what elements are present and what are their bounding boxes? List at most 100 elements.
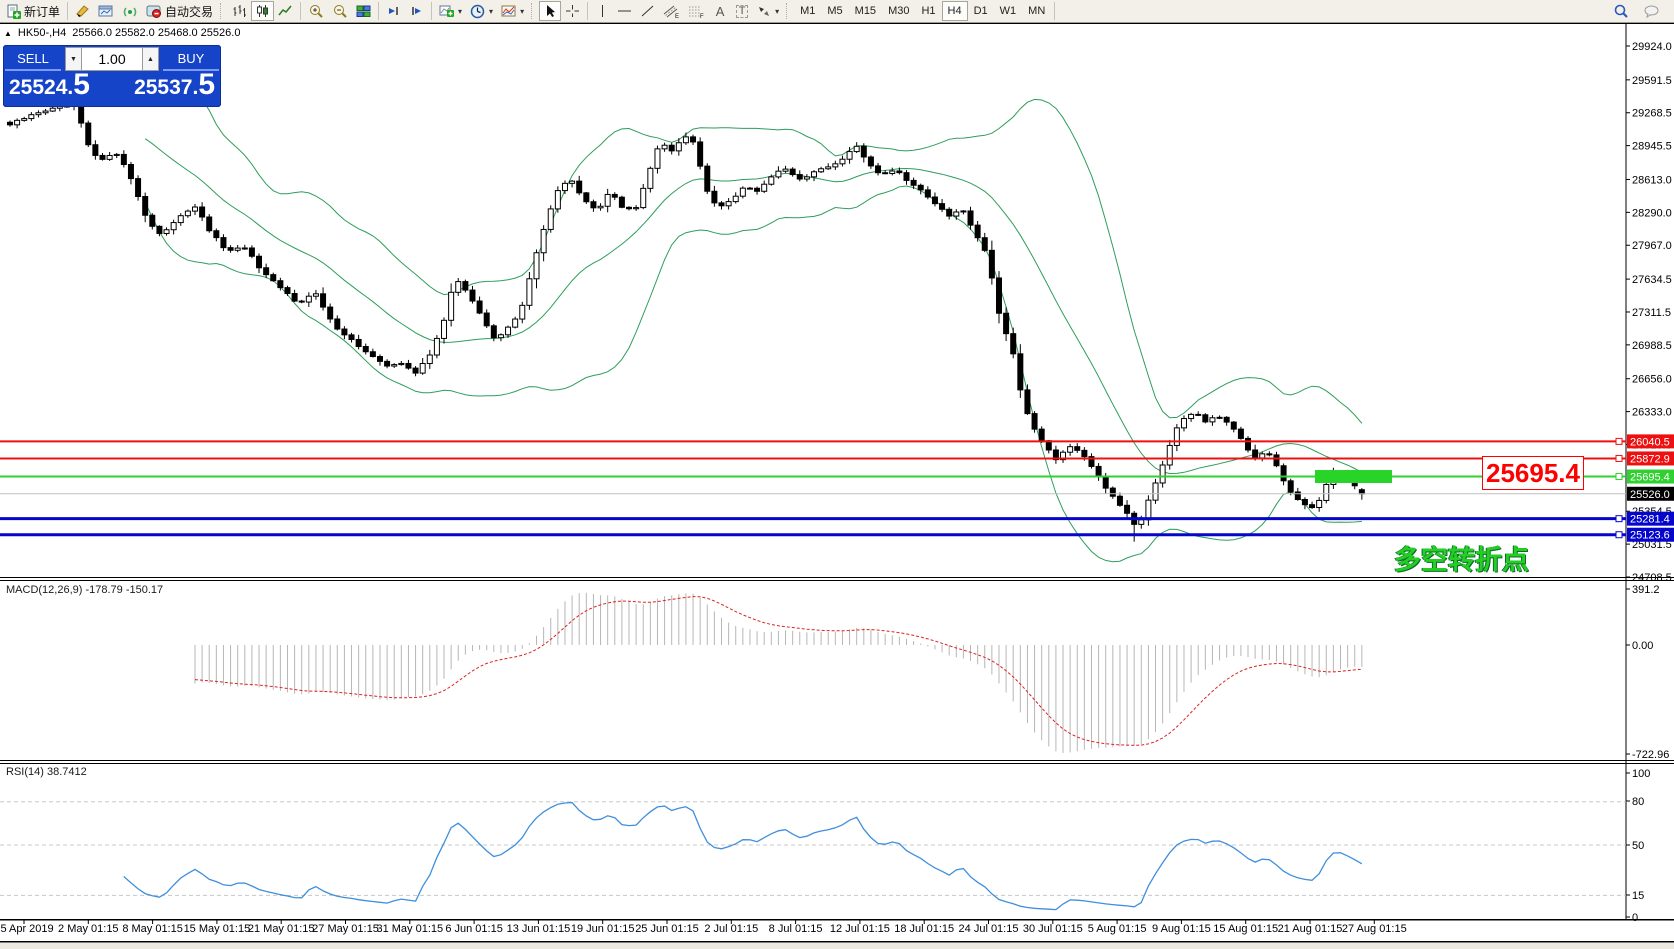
turning-point-annotation[interactable]: 多空转折点: [1394, 538, 1529, 577]
candle-body: [29, 115, 34, 119]
candle-body: [776, 171, 781, 177]
line-chart-button[interactable]: [274, 1, 297, 21]
candle-body: [150, 215, 155, 226]
date-axis-label: 19 Jun 01:15: [571, 923, 635, 935]
fibonacci-button[interactable]: F: [684, 1, 709, 21]
price-axis-tick: 29924.0: [1632, 41, 1672, 53]
bar-chart-button[interactable]: [228, 1, 251, 21]
equidistant-channel-button[interactable]: E: [659, 1, 684, 21]
price-axis-tick: 26333.0: [1632, 407, 1672, 419]
zoom-in-button[interactable]: [304, 1, 328, 21]
add-indicator-button[interactable]: ▾: [435, 1, 466, 21]
shapes-button[interactable]: ▾: [753, 1, 783, 21]
candle-body: [498, 335, 503, 338]
candle-body: [235, 248, 240, 250]
horizontal-line-button[interactable]: [613, 1, 636, 21]
price-axis-tick: 27634.5: [1632, 274, 1672, 286]
candle-body: [22, 119, 27, 121]
vertical-line-button[interactable]: [591, 1, 613, 21]
candle-body: [484, 313, 489, 326]
timeframe-button-D1[interactable]: D1: [968, 1, 994, 21]
candle-body: [904, 173, 909, 181]
periodicity-button[interactable]: ▾: [466, 1, 497, 21]
candle-body: [264, 268, 269, 275]
volume-increase-button[interactable]: ▲: [142, 47, 159, 71]
candle-body: [1302, 499, 1307, 504]
cursor-icon: [544, 4, 557, 18]
text-label-button[interactable]: T: [731, 1, 753, 21]
timeframe-button-M15[interactable]: M15: [849, 1, 882, 21]
candle-body: [890, 171, 895, 174]
toolbar-separator: [587, 2, 588, 20]
price-callout-box[interactable]: 25695.4: [1482, 456, 1584, 490]
timeframe-button-M1[interactable]: M1: [794, 1, 821, 21]
collapse-arrow-icon[interactable]: ▲: [4, 29, 12, 38]
timeframe-button-H4[interactable]: H4: [942, 1, 968, 21]
text-annotation-button[interactable]: A: [709, 1, 731, 21]
sell-price[interactable]: 25524 . 5: [9, 72, 90, 100]
candle-body: [918, 185, 923, 190]
macd-axis-tick: -722.96: [1632, 749, 1669, 761]
chat-button[interactable]: [1639, 1, 1664, 21]
candle-body: [541, 229, 546, 252]
signals-button[interactable]: [118, 1, 142, 21]
chart-canvas[interactable]: 29924.029591.529268.528945.528613.028290…: [0, 0, 1674, 949]
candle-body: [804, 177, 809, 179]
date-axis-label: 31 May 01:15: [376, 923, 443, 935]
market-depth-button[interactable]: [71, 1, 94, 21]
candle-body: [769, 177, 774, 184]
candle-body: [1146, 500, 1151, 520]
toolbar-separator: [431, 2, 432, 20]
level-line-anchor: [1616, 516, 1622, 522]
candle-body: [185, 211, 190, 216]
sell-button[interactable]: SELL: [5, 47, 61, 71]
candle-body: [506, 327, 511, 335]
trendline-button[interactable]: [636, 1, 659, 21]
timeframe-button-M5[interactable]: M5: [821, 1, 848, 21]
candle-body: [1153, 483, 1158, 500]
mt4-trading-app: { "toolbar": { "new_order_label": "新订单",…: [0, 0, 1674, 949]
timeframe-button-H1[interactable]: H1: [915, 1, 941, 21]
buy-price-main: 25537: [134, 76, 192, 100]
cursor-button[interactable]: [539, 1, 561, 21]
templates-button[interactable]: ▾: [497, 1, 528, 21]
dropdown-caret: ▾: [775, 7, 779, 16]
candle-body: [1096, 466, 1101, 476]
candlestick-chart-button[interactable]: [251, 1, 274, 21]
tile-windows-button[interactable]: [352, 1, 375, 21]
candle-body: [392, 365, 397, 366]
chart-shift-button[interactable]: [405, 1, 428, 21]
crosshair-button[interactable]: [561, 1, 584, 21]
timeframe-button-M30[interactable]: M30: [882, 1, 915, 21]
new-order-button[interactable]: 新订单: [2, 1, 64, 21]
candle-body: [242, 248, 247, 249]
search-button[interactable]: [1609, 1, 1633, 21]
auto-trading-button[interactable]: 自动交易: [142, 1, 217, 21]
candle-body: [1310, 505, 1315, 508]
candle-body: [1288, 481, 1293, 492]
auto-scroll-button[interactable]: [382, 1, 405, 21]
candle-body: [840, 159, 845, 164]
macd-axis-tick: 0.00: [1632, 640, 1653, 652]
buy-price[interactable]: 25537 . 5: [134, 72, 215, 100]
candle-body: [584, 193, 589, 202]
candle-body: [1224, 417, 1229, 422]
timeframe-label: W1: [998, 5, 1019, 17]
sell-label: SELL: [17, 51, 49, 66]
volume-input[interactable]: 1.00: [82, 47, 142, 71]
dropdown-caret: ▾: [458, 7, 462, 16]
zoom-out-button[interactable]: [328, 1, 352, 21]
candle-body: [463, 282, 468, 290]
candle-body: [86, 123, 91, 145]
candle-body: [1324, 484, 1329, 500]
price-axis-tick: 26988.5: [1632, 340, 1672, 352]
profile-window-button[interactable]: [94, 1, 118, 21]
timeframe-button-MN[interactable]: MN: [1022, 1, 1051, 21]
candle-body: [427, 355, 432, 363]
candle-body: [854, 146, 859, 151]
timeframe-button-W1[interactable]: W1: [994, 1, 1023, 21]
price-level-axis-text: 25123.6: [1630, 530, 1670, 542]
candle-body: [1210, 418, 1215, 422]
timeframe-label: MN: [1026, 5, 1047, 17]
candle-body: [705, 166, 710, 191]
